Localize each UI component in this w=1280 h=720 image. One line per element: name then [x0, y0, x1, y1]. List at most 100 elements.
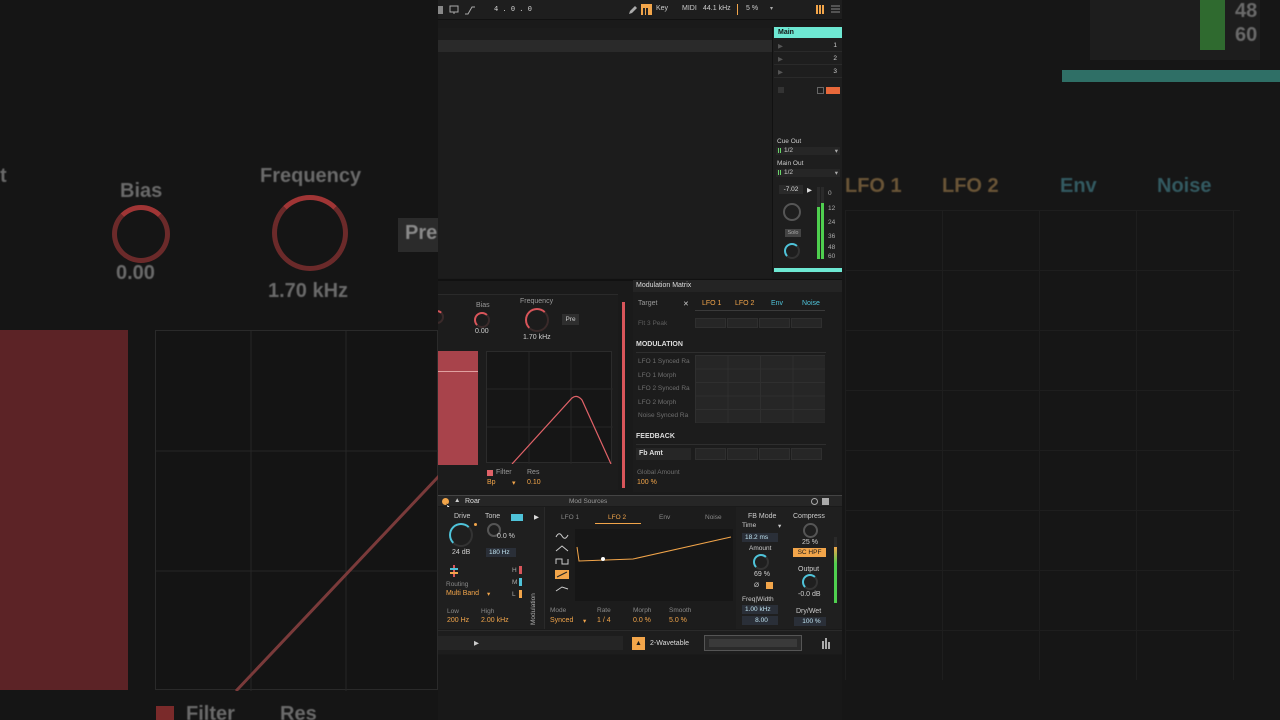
slot-play-icon[interactable]: ▶	[778, 68, 783, 76]
bias-knob[interactable]	[474, 312, 490, 328]
matrix-row[interactable]: LFO 2 Morph	[638, 399, 676, 406]
freq-field[interactable]: 1.00 kHz	[742, 605, 778, 614]
filter-type-value[interactable]: Bp	[487, 479, 496, 486]
instrument-name[interactable]: 2-Wavetable	[650, 640, 689, 647]
sc-hpf-button[interactable]: SC HPF	[793, 548, 826, 557]
volume-field[interactable]: -7.02	[779, 185, 803, 194]
curve-icon[interactable]	[464, 5, 476, 15]
fb-time-field[interactable]: 18.2 ms	[742, 533, 778, 542]
matrix-cell[interactable]	[695, 448, 726, 460]
matrix-row-flt3peak[interactable]: Flt 3 Peak	[638, 320, 667, 327]
song-position[interactable]: 4 . 0 . 0	[494, 5, 532, 13]
main-out-select[interactable]: 1/2 ▾	[776, 169, 840, 177]
compress-knob[interactable]	[803, 523, 818, 538]
rate-value[interactable]: 1 / 4	[597, 617, 611, 624]
menu-icon[interactable]	[831, 4, 840, 15]
matrix-cell[interactable]	[791, 318, 822, 328]
matrix-col-lfo1[interactable]: LFO 1	[702, 300, 721, 307]
res-value[interactable]: 0.10	[527, 479, 541, 486]
dry-wet-field[interactable]: 100 %	[794, 617, 826, 626]
matrix-col-noise[interactable]: Noise	[802, 300, 820, 307]
matrix-row[interactable]: LFO 1 Synced Ra	[638, 358, 690, 365]
mod-tab-env[interactable]: Env	[659, 514, 670, 521]
play-icon[interactable]: ▶	[807, 186, 812, 194]
slot-play-icon[interactable]: ▶	[778, 42, 783, 50]
clip-slot-1[interactable]: ▶ 1	[774, 40, 842, 52]
tone-filter-icon[interactable]	[511, 514, 523, 521]
arrangement-area[interactable]	[438, 28, 772, 278]
cpu-dropdown-icon[interactable]: ▾	[770, 5, 773, 12]
lfo-display[interactable]	[575, 529, 733, 601]
chevron-down-icon[interactable]: ▾	[487, 590, 490, 598]
fb-time-label[interactable]: Time	[742, 522, 756, 529]
arrangement-ruler[interactable]	[438, 40, 772, 52]
pencil-icon[interactable]	[628, 5, 638, 15]
frequency-knob[interactable]	[525, 308, 549, 332]
meters-icon[interactable]	[822, 637, 832, 649]
routing-value[interactable]: Multi Band	[446, 590, 479, 597]
matrix-cell[interactable]	[695, 318, 726, 328]
mod-tab-lfo1[interactable]: LFO 1	[561, 514, 579, 521]
meters-icon[interactable]	[815, 4, 825, 15]
matrix-col-env[interactable]: Env	[771, 300, 783, 307]
matrix-cell[interactable]	[727, 448, 758, 460]
clip-view-icon[interactable]	[817, 87, 824, 94]
fb-freeze-button[interactable]	[766, 582, 773, 589]
device-chain-up-icon[interactable]: ▲	[632, 637, 645, 650]
routing-icon[interactable]	[448, 564, 460, 578]
device-save-icon[interactable]	[822, 498, 829, 505]
morph-value[interactable]: 0.0 %	[633, 617, 651, 624]
record-arm-icon[interactable]	[826, 87, 840, 94]
matrix-col-lfo2[interactable]: LFO 2	[735, 300, 754, 307]
matrix-cell[interactable]	[759, 448, 790, 460]
matrix-modulation-grid[interactable]	[695, 355, 825, 423]
cue-out-select[interactable]: 1/2 ▾	[776, 147, 840, 155]
play-icon[interactable]: ▶	[474, 639, 479, 647]
filter-graph[interactable]	[486, 351, 613, 465]
send-knob[interactable]	[784, 243, 800, 259]
transport-edge-icon[interactable]	[438, 6, 443, 14]
solo-button[interactable]: Solo	[785, 229, 801, 237]
chevron-down-icon[interactable]: ▾	[778, 522, 781, 530]
clip-slot-2[interactable]: ▶ 2	[774, 53, 842, 65]
output-knob[interactable]	[802, 574, 818, 590]
amount-knob[interactable]	[753, 554, 769, 570]
matrix-cell[interactable]	[727, 318, 758, 328]
filter-swatch[interactable]	[487, 470, 493, 476]
instrument-preview[interactable]	[704, 635, 802, 651]
matrix-cell[interactable]	[759, 318, 790, 328]
high-value[interactable]: 2.00 kHz	[481, 617, 509, 624]
drive-knob[interactable]	[449, 523, 473, 547]
mod-tab-lfo2[interactable]: LFO 2	[608, 514, 626, 521]
slot-play-icon[interactable]: ▶	[778, 55, 783, 63]
stop-all-icon[interactable]	[778, 87, 784, 93]
clip-slot-3[interactable]: ▶ 3	[774, 66, 842, 78]
midi-map-button[interactable]: MIDI	[682, 5, 697, 12]
pre-button[interactable]: Pre	[562, 314, 579, 325]
matrix-row[interactable]: LFO 2 Synced Ra	[638, 385, 690, 392]
main-track-header[interactable]: Main	[774, 27, 842, 38]
matrix-row[interactable]: Noise Synced Ra	[638, 412, 688, 419]
mode-value[interactable]: Synced	[550, 617, 573, 624]
filter-scrollbar[interactable]	[622, 302, 625, 488]
matrix-row-fb-amt[interactable]: Fb Amt	[636, 448, 691, 460]
pan-knob[interactable]	[783, 203, 801, 221]
chevron-down-icon[interactable]: ▾	[512, 479, 516, 487]
device-hotswap-icon[interactable]	[811, 498, 818, 505]
key-map-button[interactable]: Key	[656, 5, 668, 12]
matrix-row[interactable]: LFO 1 Morph	[638, 372, 676, 379]
tone-freq-field[interactable]: 180 Hz	[486, 548, 516, 557]
monitor-icon[interactable]	[449, 5, 459, 15]
smooth-value[interactable]: 5.0 %	[669, 617, 687, 624]
chevron-down-icon[interactable]: ▾	[583, 617, 586, 625]
keyboard-icon[interactable]	[641, 4, 652, 15]
expand-icon[interactable]: ▶	[534, 513, 539, 521]
clip-area[interactable]	[438, 636, 623, 650]
low-value[interactable]: 200 Hz	[447, 617, 469, 624]
phase-invert-button[interactable]: Ø	[754, 582, 759, 589]
matrix-cell[interactable]	[791, 448, 822, 460]
mod-tab-noise[interactable]: Noise	[705, 514, 722, 521]
partial-knob[interactable]	[438, 310, 444, 324]
global-amount-value[interactable]: 100 %	[637, 479, 657, 486]
close-icon[interactable]: ✕	[683, 300, 689, 308]
